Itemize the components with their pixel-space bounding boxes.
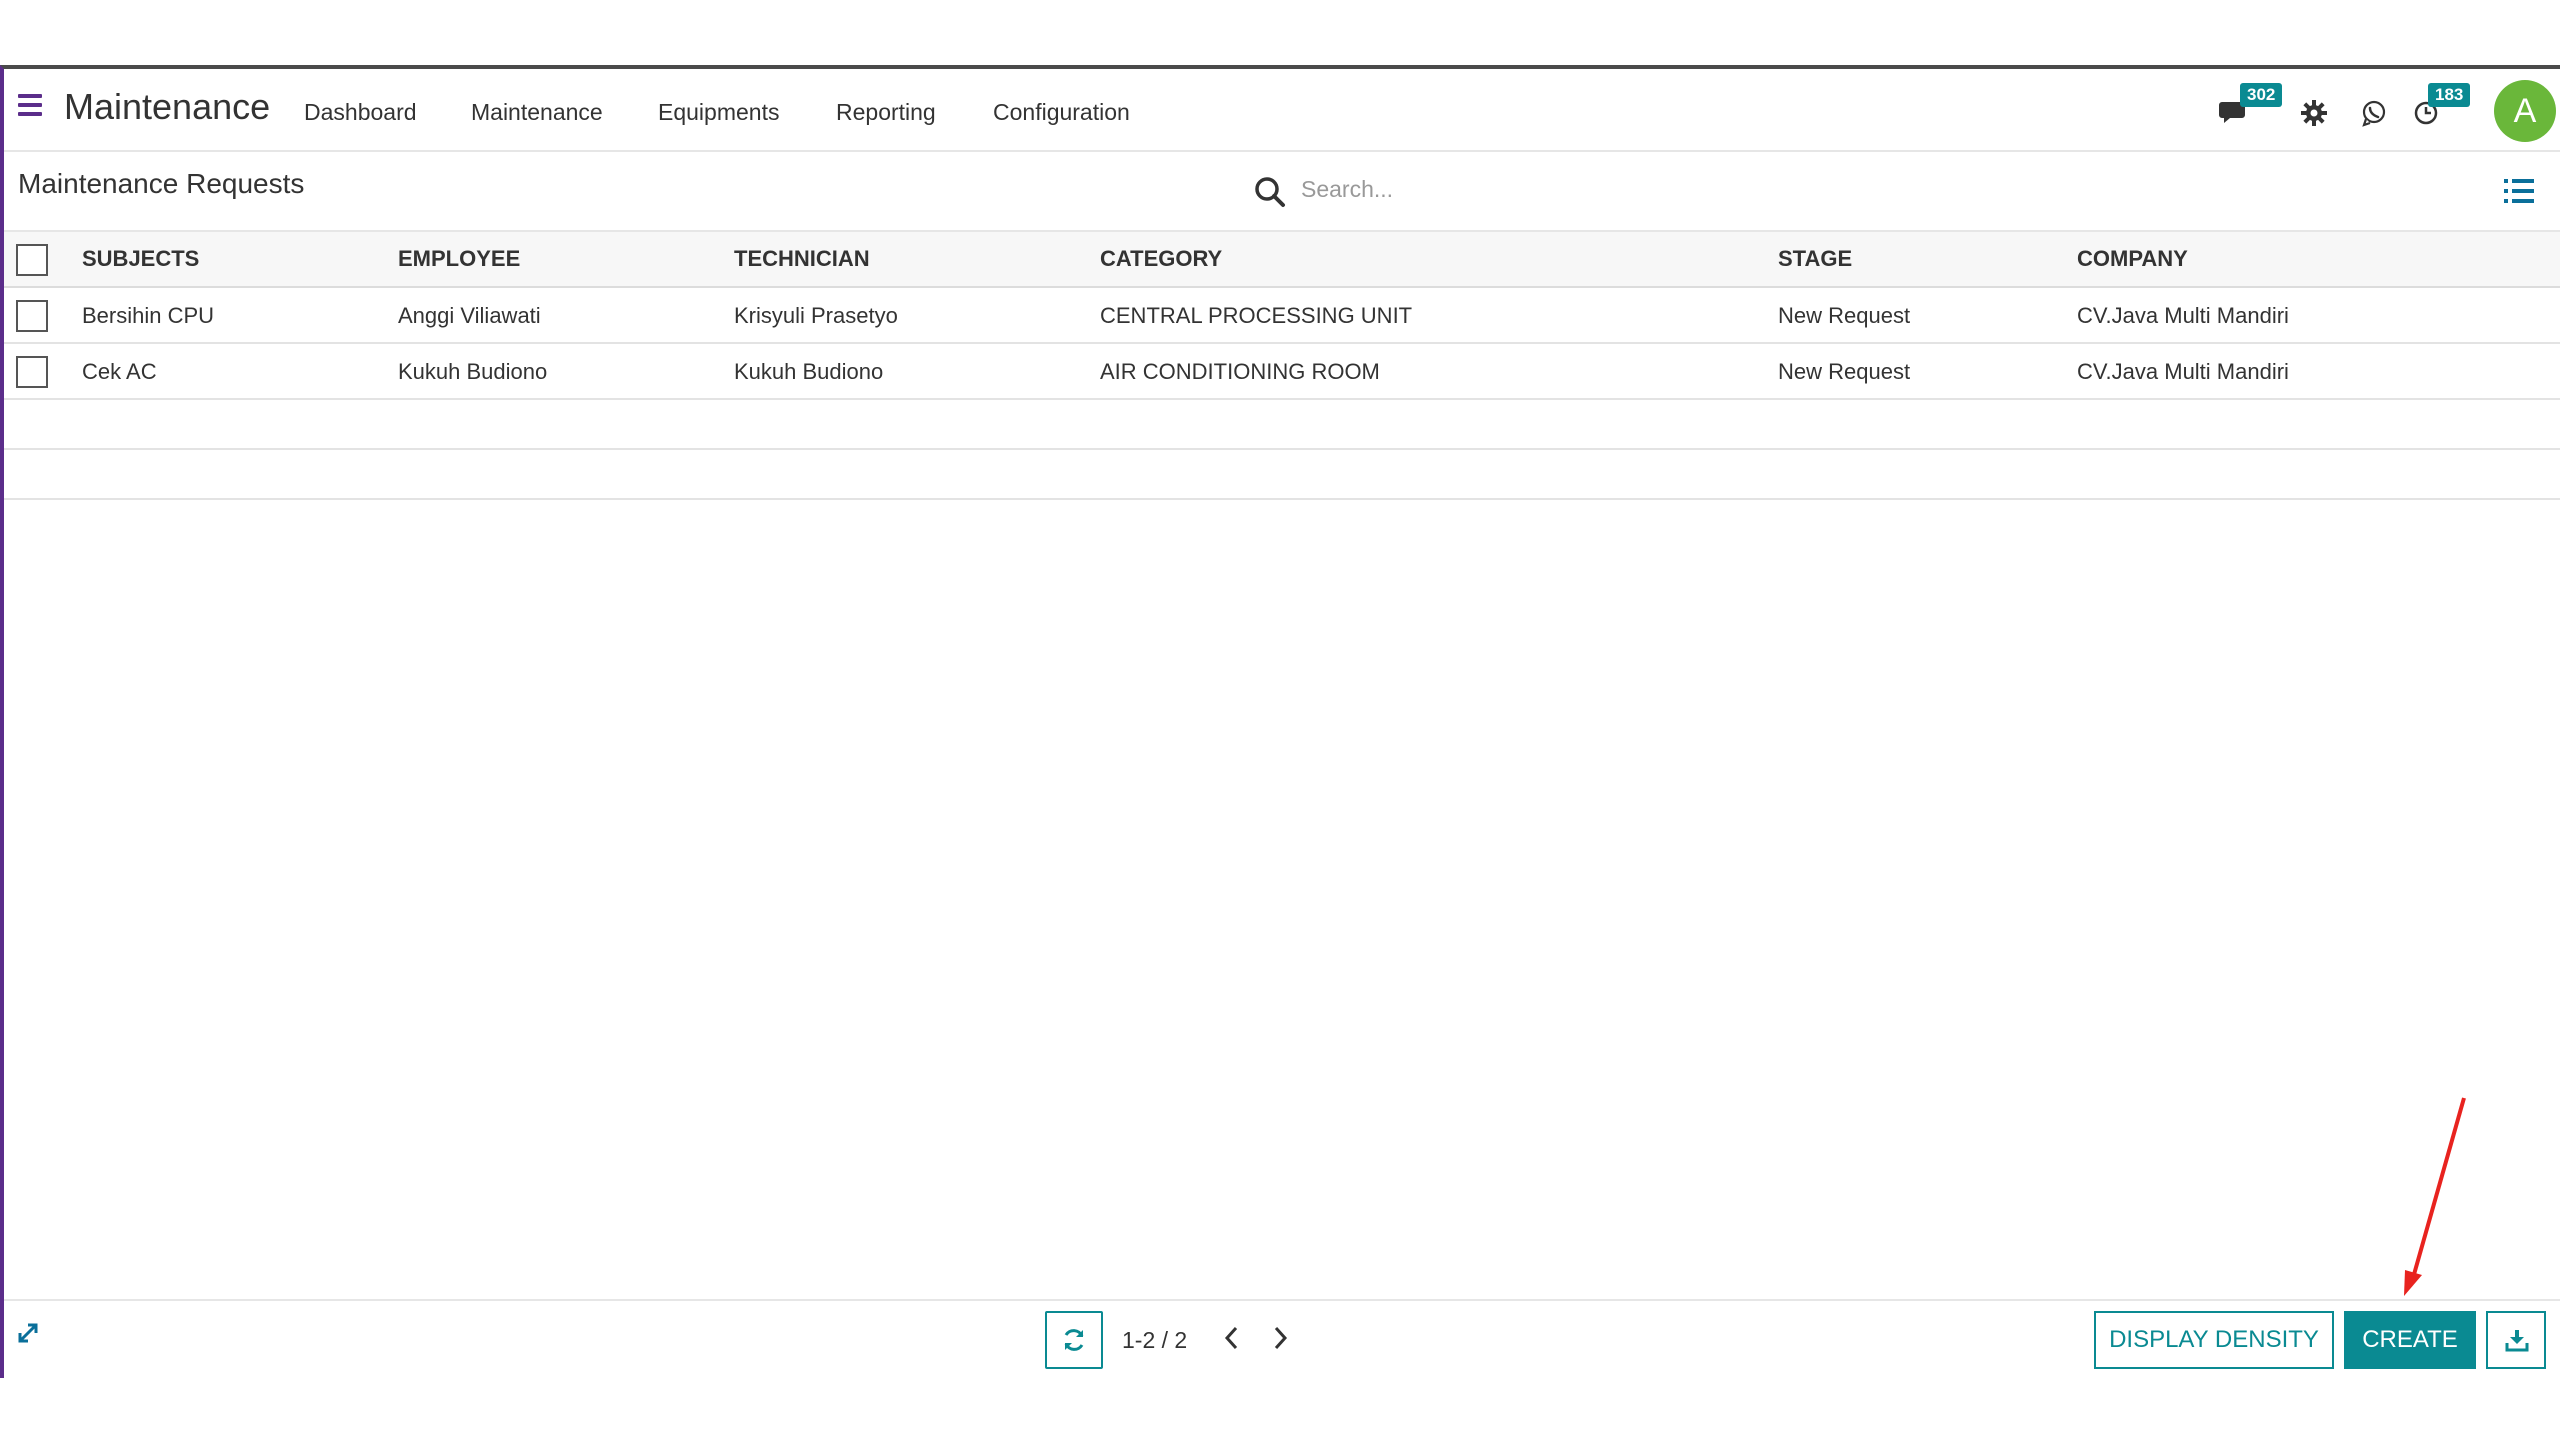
cell-technician[interactable]: Kukuh Budiono (734, 359, 883, 385)
cell-stage[interactable]: New Request (1778, 359, 1910, 385)
maintenance-requests-table: SUBJECTS EMPLOYEE TECHNICIAN CATEGORY ST… (4, 232, 2560, 500)
hamburger-menu-icon[interactable] (18, 94, 46, 122)
select-all-checkbox[interactable] (16, 244, 48, 276)
refresh-icon (1064, 1329, 1084, 1351)
download-icon (2505, 1330, 2529, 1352)
table-row[interactable]: Bersihin CPU Anggi Viliawati Krisyuli Pr… (4, 288, 2560, 344)
app-window: Maintenance Dashboard Maintenance Equipm… (0, 65, 2560, 1378)
menu-maintenance[interactable]: Maintenance (471, 99, 603, 126)
messages-count-badge: 302 (2240, 83, 2283, 107)
cell-subject[interactable]: Cek AC (82, 359, 157, 385)
settings-button[interactable] (2300, 99, 2328, 132)
cell-stage[interactable]: New Request (1778, 303, 1910, 329)
gear-icon (2301, 100, 2327, 126)
cell-company[interactable]: CV.Java Multi Mandiri (2077, 303, 2289, 329)
column-header-subjects[interactable]: SUBJECTS (82, 246, 199, 272)
row-checkbox[interactable] (16, 356, 48, 388)
search-input[interactable] (1299, 166, 2303, 212)
menu-reporting[interactable]: Reporting (836, 99, 936, 126)
chevron-right-icon[interactable] (1270, 1325, 1290, 1356)
list-view-icon[interactable] (2504, 178, 2534, 209)
cell-category[interactable]: AIR CONDITIONING ROOM (1100, 359, 1380, 385)
footer-bar: 1-2 / 2 DISPLAY DENSITY CREATE (4, 1299, 2560, 1384)
expand-icon[interactable] (16, 1321, 40, 1350)
menu-dashboard[interactable]: Dashboard (304, 99, 417, 126)
app-title[interactable]: Maintenance (64, 86, 270, 128)
pager-value[interactable]: 1-2 / 2 (1122, 1327, 1187, 1354)
activities-count-badge: 183 (2428, 83, 2471, 107)
menu-equipments[interactable]: Equipments (658, 99, 779, 126)
user-avatar[interactable]: A (2494, 80, 2556, 142)
control-panel: Maintenance Requests (4, 152, 2560, 232)
column-header-company[interactable]: COMPANY (2077, 246, 2188, 272)
column-header-employee[interactable]: EMPLOYEE (398, 246, 520, 272)
display-density-button[interactable]: DISPLAY DENSITY (2094, 1311, 2334, 1369)
messages-button[interactable]: 302 (2218, 83, 2283, 132)
cell-category[interactable]: CENTRAL PROCESSING UNIT (1100, 303, 1412, 329)
whatsapp-icon (2362, 100, 2386, 127)
chevron-left-icon[interactable] (1222, 1325, 1242, 1356)
table-header-row: SUBJECTS EMPLOYEE TECHNICIAN CATEGORY ST… (4, 232, 2560, 288)
cell-company[interactable]: CV.Java Multi Mandiri (2077, 359, 2289, 385)
whatsapp-button[interactable] (2360, 99, 2388, 132)
download-button[interactable] (2486, 1311, 2546, 1369)
column-header-stage[interactable]: STAGE (1778, 246, 1852, 272)
cell-subject[interactable]: Bersihin CPU (82, 303, 214, 329)
cell-technician[interactable]: Krisyuli Prasetyo (734, 303, 898, 329)
activities-button[interactable]: 183 (2412, 83, 2471, 132)
top-navbar: Maintenance Dashboard Maintenance Equipm… (4, 69, 2560, 152)
create-button[interactable]: CREATE (2344, 1311, 2476, 1369)
column-header-technician[interactable]: TECHNICIAN (734, 246, 870, 272)
column-header-category[interactable]: CATEGORY (1100, 246, 1222, 272)
cell-employee[interactable]: Anggi Viliawati (398, 303, 541, 329)
empty-row (4, 450, 2560, 500)
search-icon[interactable] (1254, 176, 1286, 213)
cell-employee[interactable]: Kukuh Budiono (398, 359, 547, 385)
breadcrumb: Maintenance Requests (18, 168, 305, 199)
table-row[interactable]: Cek AC Kukuh Budiono Kukuh Budiono AIR C… (4, 344, 2560, 400)
row-checkbox[interactable] (16, 300, 48, 332)
refresh-button[interactable] (1045, 1311, 1103, 1369)
menu-configuration[interactable]: Configuration (993, 99, 1130, 126)
empty-row (4, 400, 2560, 450)
